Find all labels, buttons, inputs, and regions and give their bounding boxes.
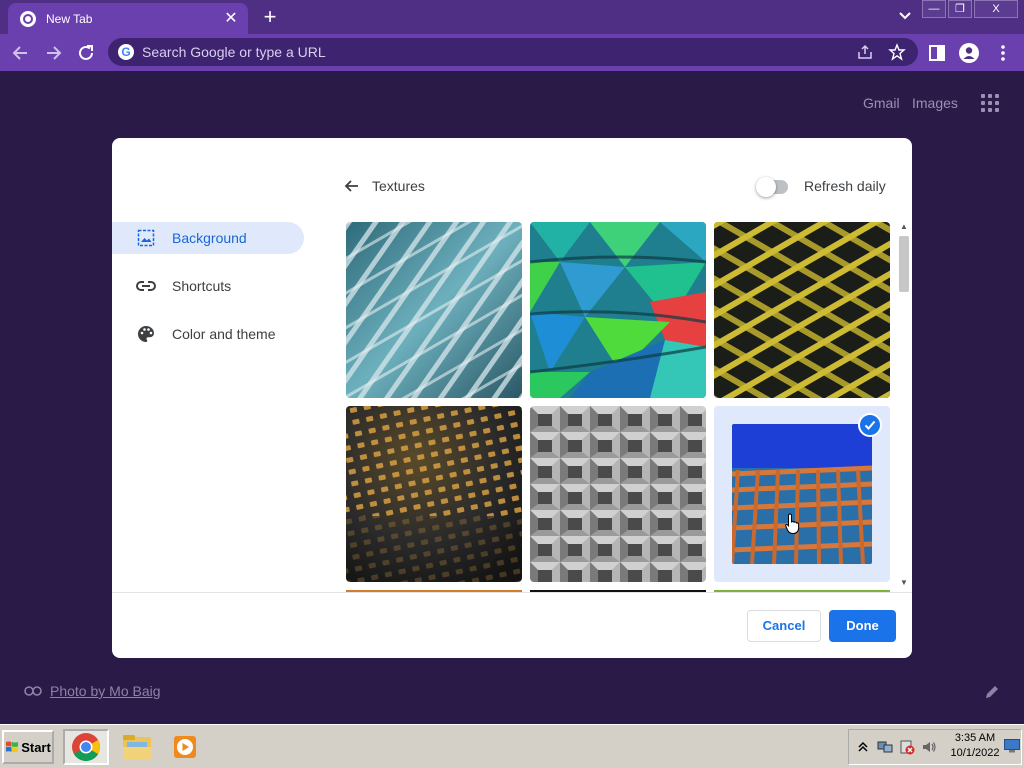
nav-item-label: Shortcuts (172, 278, 232, 294)
more-menu-icon[interactable] (992, 42, 1014, 64)
scroll-up-icon[interactable]: ▲ (899, 222, 909, 232)
palette-icon (136, 324, 156, 344)
link-icon (136, 276, 156, 296)
back-arrow-icon[interactable] (342, 176, 362, 196)
tab-strip: New Tab ✕ + — ❐ X (0, 0, 1024, 34)
background-panel-header: Textures Refresh daily (342, 174, 890, 200)
done-button[interactable]: Done (829, 610, 896, 642)
images-link[interactable]: Images (912, 95, 958, 111)
customize-pencil-icon[interactable] (984, 684, 1000, 700)
reload-icon[interactable] (75, 42, 97, 64)
address-input[interactable] (142, 42, 822, 62)
start-label: Start (21, 739, 51, 755)
clock-date: 10/1/2022 (950, 747, 1000, 759)
network-icon[interactable] (877, 739, 893, 755)
window-controls: — ❐ X (922, 0, 1018, 18)
chrome-icon (72, 733, 100, 761)
minimize-button[interactable]: — (922, 0, 946, 18)
windows-flag-icon (6, 741, 19, 753)
texture-tile-orange-grid-blue-sky[interactable] (714, 406, 890, 582)
tab-title: New Tab (46, 11, 93, 26)
gmail-link[interactable]: Gmail (863, 95, 900, 111)
new-tab-button[interactable]: + (258, 6, 282, 30)
tab-new-tab[interactable]: New Tab ✕ (8, 3, 248, 34)
chevron-down-icon[interactable] (896, 7, 914, 25)
chrome-tab-icon (20, 10, 36, 27)
texture-image (346, 406, 522, 582)
panel-title: Textures (372, 178, 425, 194)
scroll-down-icon[interactable]: ▼ (899, 578, 909, 588)
texture-tile-yellow-lattice[interactable] (714, 222, 890, 398)
scroll-thumb[interactable] (899, 236, 909, 292)
show-desktop-icon[interactable] (1004, 739, 1020, 753)
tray-expand-icon[interactable] (855, 739, 871, 755)
selected-check-icon (858, 413, 882, 437)
bookmark-star-icon[interactable] (888, 43, 906, 61)
side-panel-icon[interactable] (926, 42, 948, 64)
texture-image (530, 222, 706, 398)
nav-item-shortcuts[interactable]: Shortcuts (112, 270, 304, 302)
customize-chrome-dialog: Background Shortcuts Color and theme Tex… (112, 138, 912, 658)
omnibox[interactable]: G (108, 38, 918, 66)
start-button[interactable]: Start (2, 730, 54, 764)
forward-icon[interactable] (42, 42, 64, 64)
photo-attribution: Photo by Mo Baig (24, 683, 161, 699)
apps-grid-icon[interactable] (981, 94, 999, 112)
share-icon[interactable] (856, 43, 874, 61)
texture-image (714, 222, 890, 398)
dialog-footer-divider (112, 592, 912, 593)
media-player-icon (174, 736, 196, 758)
nav-item-label: Color and theme (172, 326, 276, 342)
profile-avatar-icon[interactable] (958, 42, 980, 64)
image-icon (136, 228, 156, 248)
texture-grid-scrollbar[interactable]: ▲ ▼ (898, 222, 910, 592)
texture-tile-gray-concrete-cells[interactable] (530, 406, 706, 582)
tab-close-icon[interactable]: ✕ (222, 10, 240, 28)
link-icon (24, 686, 42, 696)
texture-image (346, 222, 522, 398)
texture-image (732, 424, 872, 564)
texture-grid (346, 222, 894, 592)
browser-toolbar: G (0, 34, 1024, 71)
security-alert-icon[interactable] (899, 739, 915, 755)
texture-image (530, 406, 706, 582)
attribution-link[interactable]: Photo by Mo Baig (50, 683, 161, 699)
volume-icon[interactable] (921, 739, 937, 755)
customize-side-nav: Background Shortcuts Color and theme (112, 222, 312, 366)
close-window-button[interactable]: X (974, 0, 1018, 18)
cancel-button[interactable]: Cancel (747, 610, 821, 642)
toggle-knob (756, 177, 776, 197)
texture-tile-teal-glass-facade[interactable] (346, 222, 522, 398)
back-icon[interactable] (10, 42, 32, 64)
taskbar-clock[interactable]: 3:35 AM 10/1/2022 (950, 731, 1000, 761)
nav-item-label: Background (172, 230, 247, 246)
os-taskbar: Start 3:35 AM 10/1/2022 (0, 724, 1024, 768)
nav-item-color-and-theme[interactable]: Color and theme (112, 318, 304, 350)
texture-tile-colorful-panels[interactable] (530, 222, 706, 398)
refresh-daily-toggle[interactable] (756, 177, 788, 197)
texture-tile-lit-grid-dome[interactable] (346, 406, 522, 582)
refresh-daily-label: Refresh daily (804, 178, 886, 194)
hand-cursor-icon (785, 513, 800, 534)
folder-icon (123, 735, 151, 759)
taskbar-chrome-button[interactable] (63, 729, 109, 765)
restore-button[interactable]: ❐ (948, 0, 972, 18)
nav-item-background[interactable]: Background (112, 222, 304, 254)
clock-time: 3:35 AM (954, 732, 996, 744)
google-g-icon: G (118, 44, 134, 60)
taskbar-explorer-button[interactable] (114, 729, 160, 765)
taskbar-media-player-button[interactable] (162, 729, 208, 765)
